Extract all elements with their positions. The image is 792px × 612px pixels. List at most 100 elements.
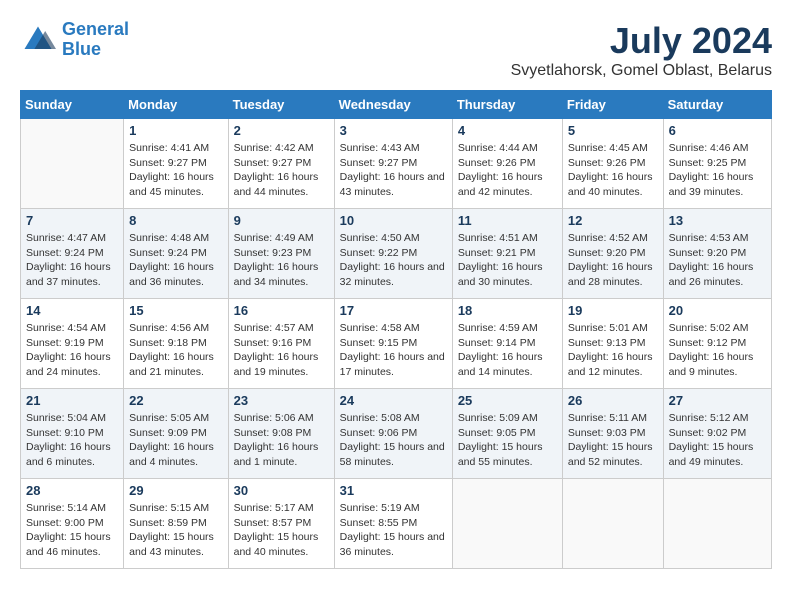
calendar-cell: 3 Sunrise: 4:43 AMSunset: 9:27 PMDayligh… (334, 119, 452, 209)
day-info: Sunrise: 5:06 AMSunset: 9:08 PMDaylight:… (234, 411, 329, 470)
day-number: 14 (26, 303, 118, 318)
day-number: 23 (234, 393, 329, 408)
calendar-cell: 4 Sunrise: 4:44 AMSunset: 9:26 PMDayligh… (452, 119, 562, 209)
day-info: Sunrise: 4:42 AMSunset: 9:27 PMDaylight:… (234, 141, 329, 200)
logo-text: General Blue (62, 20, 129, 60)
day-number: 13 (669, 213, 766, 228)
calendar-cell: 23 Sunrise: 5:06 AMSunset: 9:08 PMDaylig… (228, 389, 334, 479)
calendar-cell: 8 Sunrise: 4:48 AMSunset: 9:24 PMDayligh… (124, 209, 228, 299)
day-number: 1 (129, 123, 222, 138)
day-number: 16 (234, 303, 329, 318)
day-info: Sunrise: 5:08 AMSunset: 9:06 PMDaylight:… (340, 411, 447, 470)
day-info: Sunrise: 5:12 AMSunset: 9:02 PMDaylight:… (669, 411, 766, 470)
day-number: 26 (568, 393, 658, 408)
day-info: Sunrise: 5:05 AMSunset: 9:09 PMDaylight:… (129, 411, 222, 470)
sub-title: Svyetlahorsk, Gomel Oblast, Belarus (511, 62, 772, 80)
day-info: Sunrise: 4:48 AMSunset: 9:24 PMDaylight:… (129, 231, 222, 290)
day-number: 25 (458, 393, 557, 408)
day-number: 4 (458, 123, 557, 138)
calendar-cell: 27 Sunrise: 5:12 AMSunset: 9:02 PMDaylig… (663, 389, 771, 479)
day-number: 28 (26, 483, 118, 498)
title-area: July 2024 Svyetlahorsk, Gomel Oblast, Be… (511, 20, 772, 80)
header-friday: Friday (562, 91, 663, 119)
calendar-cell: 24 Sunrise: 5:08 AMSunset: 9:06 PMDaylig… (334, 389, 452, 479)
day-info: Sunrise: 4:41 AMSunset: 9:27 PMDaylight:… (129, 141, 222, 200)
day-info: Sunrise: 5:02 AMSunset: 9:12 PMDaylight:… (669, 321, 766, 380)
day-info: Sunrise: 4:46 AMSunset: 9:25 PMDaylight:… (669, 141, 766, 200)
day-number: 6 (669, 123, 766, 138)
week-row-4: 21 Sunrise: 5:04 AMSunset: 9:10 PMDaylig… (21, 389, 772, 479)
day-number: 29 (129, 483, 222, 498)
calendar-cell: 6 Sunrise: 4:46 AMSunset: 9:25 PMDayligh… (663, 119, 771, 209)
day-number: 31 (340, 483, 447, 498)
day-info: Sunrise: 4:47 AMSunset: 9:24 PMDaylight:… (26, 231, 118, 290)
day-number: 20 (669, 303, 766, 318)
day-info: Sunrise: 4:59 AMSunset: 9:14 PMDaylight:… (458, 321, 557, 380)
day-number: 7 (26, 213, 118, 228)
calendar-cell: 11 Sunrise: 4:51 AMSunset: 9:21 PMDaylig… (452, 209, 562, 299)
day-info: Sunrise: 4:58 AMSunset: 9:15 PMDaylight:… (340, 321, 447, 380)
calendar-cell: 1 Sunrise: 4:41 AMSunset: 9:27 PMDayligh… (124, 119, 228, 209)
header: General Blue July 2024 Svyetlahorsk, Gom… (20, 20, 772, 80)
calendar-cell: 12 Sunrise: 4:52 AMSunset: 9:20 PMDaylig… (562, 209, 663, 299)
calendar-cell: 29 Sunrise: 5:15 AMSunset: 8:59 PMDaylig… (124, 479, 228, 569)
calendar-cell (663, 479, 771, 569)
calendar-cell (452, 479, 562, 569)
day-info: Sunrise: 5:19 AMSunset: 8:55 PMDaylight:… (340, 501, 447, 560)
main-title: July 2024 (511, 20, 772, 62)
day-info: Sunrise: 4:43 AMSunset: 9:27 PMDaylight:… (340, 141, 447, 200)
calendar-cell: 16 Sunrise: 4:57 AMSunset: 9:16 PMDaylig… (228, 299, 334, 389)
calendar-cell: 2 Sunrise: 4:42 AMSunset: 9:27 PMDayligh… (228, 119, 334, 209)
calendar-cell: 25 Sunrise: 5:09 AMSunset: 9:05 PMDaylig… (452, 389, 562, 479)
day-number: 12 (568, 213, 658, 228)
day-info: Sunrise: 5:14 AMSunset: 9:00 PMDaylight:… (26, 501, 118, 560)
calendar-cell: 14 Sunrise: 4:54 AMSunset: 9:19 PMDaylig… (21, 299, 124, 389)
day-info: Sunrise: 5:17 AMSunset: 8:57 PMDaylight:… (234, 501, 329, 560)
day-info: Sunrise: 5:11 AMSunset: 9:03 PMDaylight:… (568, 411, 658, 470)
calendar-cell (562, 479, 663, 569)
week-row-2: 7 Sunrise: 4:47 AMSunset: 9:24 PMDayligh… (21, 209, 772, 299)
day-number: 15 (129, 303, 222, 318)
day-number: 21 (26, 393, 118, 408)
day-number: 30 (234, 483, 329, 498)
header-monday: Monday (124, 91, 228, 119)
week-row-5: 28 Sunrise: 5:14 AMSunset: 9:00 PMDaylig… (21, 479, 772, 569)
day-info: Sunrise: 4:52 AMSunset: 9:20 PMDaylight:… (568, 231, 658, 290)
day-number: 11 (458, 213, 557, 228)
calendar-cell: 20 Sunrise: 5:02 AMSunset: 9:12 PMDaylig… (663, 299, 771, 389)
calendar-cell: 30 Sunrise: 5:17 AMSunset: 8:57 PMDaylig… (228, 479, 334, 569)
day-info: Sunrise: 4:44 AMSunset: 9:26 PMDaylight:… (458, 141, 557, 200)
day-number: 27 (669, 393, 766, 408)
day-info: Sunrise: 4:56 AMSunset: 9:18 PMDaylight:… (129, 321, 222, 380)
calendar-cell: 31 Sunrise: 5:19 AMSunset: 8:55 PMDaylig… (334, 479, 452, 569)
day-info: Sunrise: 4:51 AMSunset: 9:21 PMDaylight:… (458, 231, 557, 290)
day-info: Sunrise: 4:49 AMSunset: 9:23 PMDaylight:… (234, 231, 329, 290)
calendar-cell: 9 Sunrise: 4:49 AMSunset: 9:23 PMDayligh… (228, 209, 334, 299)
header-sunday: Sunday (21, 91, 124, 119)
day-info: Sunrise: 5:04 AMSunset: 9:10 PMDaylight:… (26, 411, 118, 470)
day-number: 17 (340, 303, 447, 318)
calendar-cell: 13 Sunrise: 4:53 AMSunset: 9:20 PMDaylig… (663, 209, 771, 299)
day-number: 2 (234, 123, 329, 138)
header-tuesday: Tuesday (228, 91, 334, 119)
calendar-cell: 28 Sunrise: 5:14 AMSunset: 9:00 PMDaylig… (21, 479, 124, 569)
day-number: 10 (340, 213, 447, 228)
logo-icon (20, 22, 56, 58)
calendar-cell: 5 Sunrise: 4:45 AMSunset: 9:26 PMDayligh… (562, 119, 663, 209)
header-wednesday: Wednesday (334, 91, 452, 119)
day-number: 8 (129, 213, 222, 228)
days-header-row: SundayMondayTuesdayWednesdayThursdayFrid… (21, 91, 772, 119)
day-number: 22 (129, 393, 222, 408)
calendar-cell: 19 Sunrise: 5:01 AMSunset: 9:13 PMDaylig… (562, 299, 663, 389)
day-number: 24 (340, 393, 447, 408)
calendar-cell: 26 Sunrise: 5:11 AMSunset: 9:03 PMDaylig… (562, 389, 663, 479)
day-number: 3 (340, 123, 447, 138)
calendar-cell: 21 Sunrise: 5:04 AMSunset: 9:10 PMDaylig… (21, 389, 124, 479)
calendar-cell: 17 Sunrise: 4:58 AMSunset: 9:15 PMDaylig… (334, 299, 452, 389)
calendar-cell: 22 Sunrise: 5:05 AMSunset: 9:09 PMDaylig… (124, 389, 228, 479)
calendar-cell: 18 Sunrise: 4:59 AMSunset: 9:14 PMDaylig… (452, 299, 562, 389)
header-thursday: Thursday (452, 91, 562, 119)
day-info: Sunrise: 4:54 AMSunset: 9:19 PMDaylight:… (26, 321, 118, 380)
week-row-3: 14 Sunrise: 4:54 AMSunset: 9:19 PMDaylig… (21, 299, 772, 389)
calendar-table: SundayMondayTuesdayWednesdayThursdayFrid… (20, 90, 772, 569)
